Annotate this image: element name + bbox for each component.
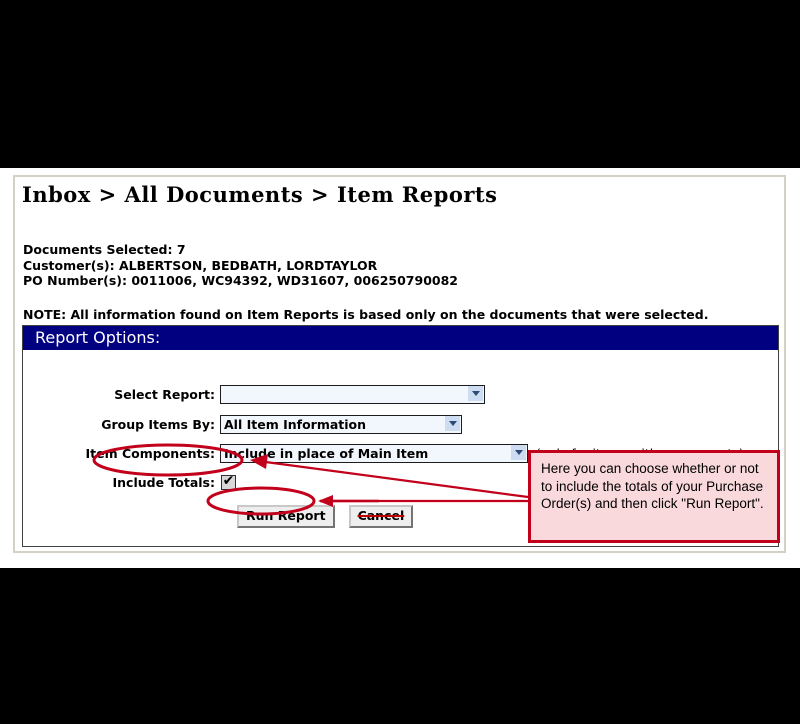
group-items-by-row: Group Items By: All Item Information [23, 412, 462, 436]
group-items-by-wrapper: All Item Information [220, 414, 462, 434]
breadcrumb-title: Inbox > All Documents > Item Reports [22, 182, 498, 207]
item-components-wrapper: Include in place of Main Item [220, 443, 528, 463]
include-totals-row: Include Totals: ✔ [23, 470, 236, 494]
group-items-by-label: Group Items By: [101, 416, 215, 432]
include-totals-label: Include Totals: [112, 474, 215, 490]
customers-line: Customer(s): ALBERTSON, BEDBATH, LORDTAY… [23, 257, 378, 273]
checkmark-icon: ✔ [222, 473, 235, 489]
report-note: NOTE: All information found on Item Repo… [23, 307, 709, 322]
select-report-wrapper [220, 384, 485, 404]
select-report-row: Select Report: [23, 382, 485, 406]
document-summary: Documents Selected: 7 Customer(s): ALBER… [23, 242, 458, 289]
report-options-header: Report Options: [23, 326, 778, 350]
group-items-by-dropdown[interactable]: All Item Information [220, 415, 462, 434]
item-components-label: Item Components: [85, 445, 216, 461]
run-report-button[interactable]: Run Report [237, 505, 335, 528]
select-report-dropdown[interactable] [220, 385, 485, 404]
screenshot-canvas: Inbox > All Documents > Item Reports Doc… [0, 0, 800, 724]
select-report-label: Select Report: [114, 386, 215, 402]
item-components-dropdown[interactable]: Include in place of Main Item [220, 444, 528, 463]
include-totals-checkbox[interactable]: ✔ [221, 473, 236, 490]
annotation-callout: Here you can choose whether or not to in… [528, 450, 780, 543]
form-actions: Run Report Cancel [237, 505, 414, 528]
documents-selected-line: Documents Selected: 7 [23, 242, 186, 257]
cancel-button[interactable]: Cancel [348, 505, 414, 528]
po-numbers-line: PO Number(s): 0011006, WC94392, WD31607,… [23, 273, 458, 288]
